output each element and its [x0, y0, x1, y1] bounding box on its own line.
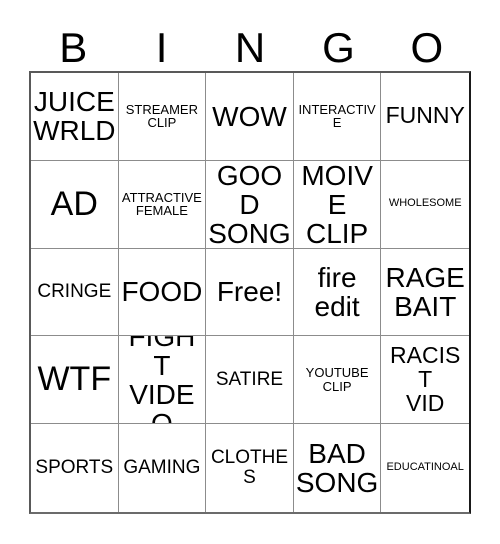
bingo-header-letter-g: G [322, 24, 355, 71]
bingo-cell-label: WTF [37, 360, 112, 399]
bingo-cell-label: ATTRACTIVE FEMALE [121, 189, 202, 219]
bingo-cell-label: INTERACTIVE [298, 101, 376, 131]
bingo-cell-label: Free! [216, 276, 283, 308]
bingo-header-letter-n: N [234, 24, 266, 71]
bingo-header-row: BINGO [29, 22, 471, 71]
bingo-cell-label: JUICE WRLD [33, 86, 116, 147]
bingo-header-letter-o: O [410, 24, 444, 71]
bingo-cell-r3c1[interactable]: CRINGE [31, 248, 119, 337]
bingo-cell-label: MOIVE CLIP [301, 160, 373, 249]
bingo-cell-r3c5[interactable]: RAGE BAIT [381, 248, 469, 337]
bingo-cell-label: YOUTUBE CLIP [305, 365, 369, 394]
bingo-cell-label: WHOLESOME [388, 197, 462, 210]
bingo-cell-label: RAGE BAIT [385, 261, 465, 322]
bingo-grid: JUICE WRLD STREAMER CLIP WOW INTERACTIVE FUN… [29, 71, 471, 514]
bingo-cell-label: SATIRE [215, 368, 284, 390]
bingo-cell-r5c1[interactable]: SPORTS [31, 424, 119, 512]
bingo-cell-r3c2[interactable]: FOOD [118, 248, 207, 337]
bingo-cell-r4c1[interactable]: WTF [31, 336, 119, 425]
bingo-cell-label: CRINGE [37, 281, 112, 303]
bingo-cell-r4c4[interactable]: YOUTUBE CLIP [293, 336, 382, 425]
bingo-cell-r2c2[interactable]: ATTRACTIVE FEMALE [118, 160, 207, 249]
bingo-cell-label: GAMING [123, 457, 201, 479]
bingo-cell-r1c4[interactable]: INTERACTIVE [293, 73, 382, 161]
bingo-cell-r4c3[interactable]: SATIRE [206, 336, 294, 425]
bingo-cell-r1c3[interactable]: WOW [206, 73, 294, 161]
bingo-cell-r5c3[interactable]: CLOTHES [206, 424, 294, 512]
bingo-cell-label: RACIST VID [390, 341, 461, 416]
bingo-cell-r3c4[interactable]: fire edit [293, 248, 382, 337]
bingo-cell-r5c2[interactable]: GAMING [118, 424, 207, 512]
bingo-cell-r1c2[interactable]: STREAMER CLIP [118, 73, 207, 161]
bingo-cell-label: FUNNY [385, 102, 465, 129]
bingo-cell-r2c3[interactable]: GOOD SONG [206, 160, 294, 249]
bingo-cell-r2c1[interactable]: AD [31, 160, 119, 249]
bingo-cell-label: FOOD [121, 276, 203, 308]
bingo-cell-r1c5[interactable]: FUNNY [381, 73, 469, 161]
bingo-cell-r5c4[interactable]: BAD SONG [293, 424, 382, 512]
bingo-header-letter-i: I [155, 24, 168, 71]
bingo-free-space-cell[interactable]: Free! [206, 248, 294, 337]
bingo-cell-r4c5[interactable]: RACIST VID [381, 336, 469, 425]
bingo-cell-label: SPORTS [35, 457, 114, 479]
bingo-cell-label: AD [50, 184, 98, 223]
bingo-cell-label: EDUCATINOAL [386, 461, 464, 474]
bingo-cell-label: GOOD SONG [208, 160, 291, 249]
bingo-cell-label: FIGHT VIDEO [128, 336, 195, 425]
bingo-cell-r1c1[interactable]: JUICE WRLD [31, 73, 119, 161]
bingo-cell-label: STREAMER CLIP [125, 101, 198, 131]
bingo-cell-label: WOW [212, 100, 287, 132]
bingo-cell-r5c5[interactable]: EDUCATINOAL [381, 424, 469, 512]
bingo-cell-r2c4[interactable]: MOIVE CLIP [293, 160, 382, 249]
bingo-cell-label: CLOTHES [210, 447, 289, 489]
bingo-cell-r2c5[interactable]: WHOLESOME [381, 160, 469, 249]
bingo-header-letter-b: B [59, 24, 88, 71]
bingo-cell-r4c2[interactable]: FIGHT VIDEO [118, 336, 207, 425]
bingo-card: B I N G O JUICE WRLD STREAMER CLIP WOW INTERACT… [0, 0, 500, 544]
bingo-cell-label: fire edit [314, 261, 360, 322]
bingo-cell-label: BAD SONG [295, 437, 379, 499]
